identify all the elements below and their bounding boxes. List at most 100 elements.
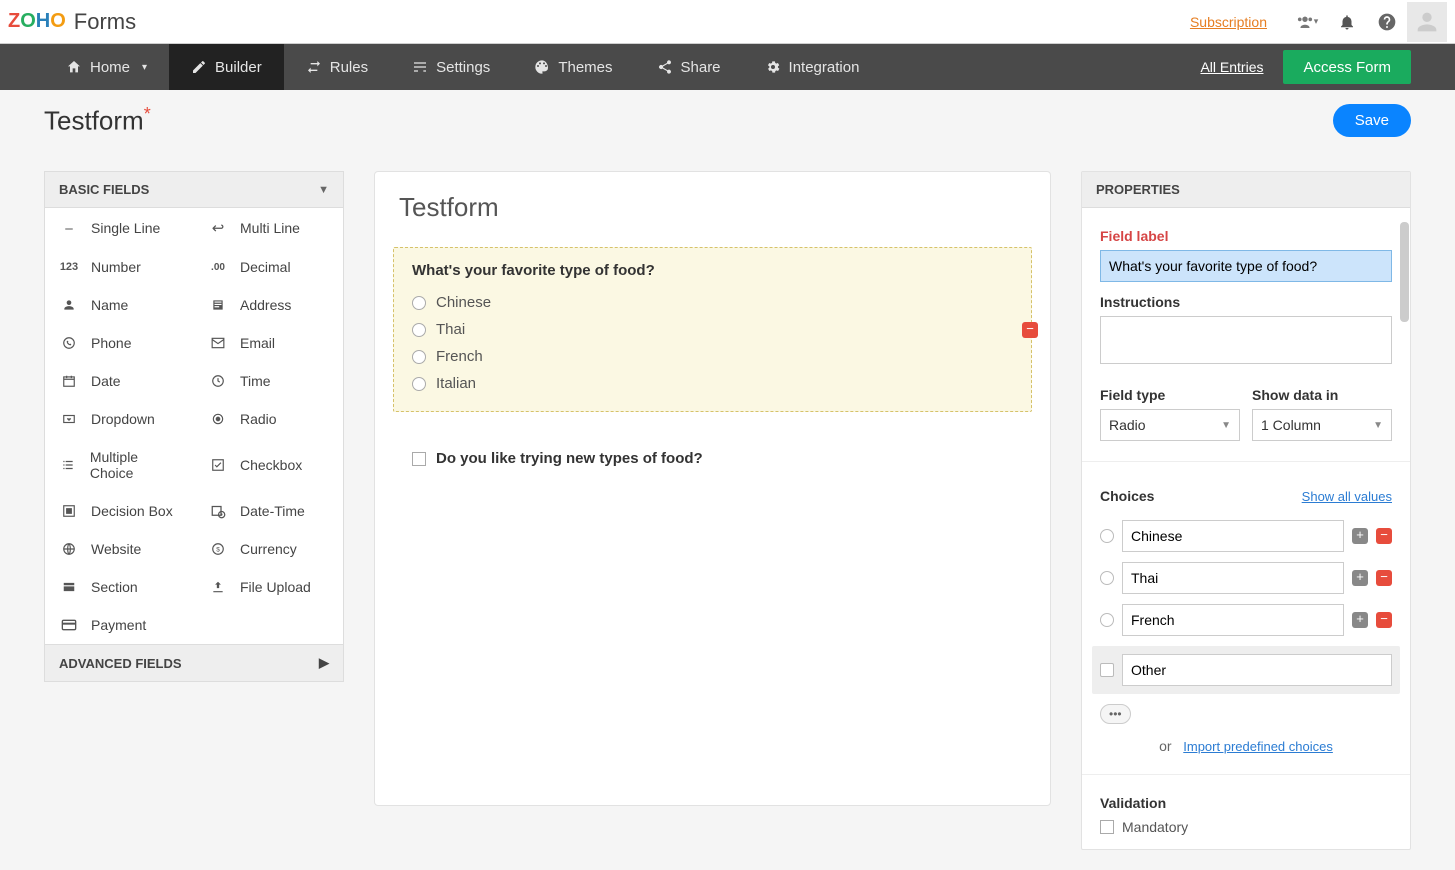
field-radio[interactable]: Radio (194, 400, 343, 438)
field-name[interactable]: Name (45, 286, 194, 324)
file-upload-icon (208, 580, 228, 594)
fields-panel: BASIC FIELDS ▼ ⎯Single Line ↩Multi Line … (44, 171, 344, 682)
option-row[interactable]: Thai (412, 316, 1013, 343)
nav-home[interactable]: Home ▾ (44, 44, 169, 90)
option-row[interactable]: Italian (412, 370, 1013, 397)
field-number[interactable]: 123Number (45, 248, 194, 286)
people-icon[interactable]: ▾ (1287, 2, 1327, 42)
field-multiple-choice[interactable]: Multiple Choice (45, 438, 194, 492)
field-time[interactable]: Time (194, 362, 343, 400)
field-dropdown[interactable]: Dropdown (45, 400, 194, 438)
top-header: ZOHO Forms Subscription ▾ (0, 0, 1455, 44)
field-decision-box[interactable]: Decision Box (45, 492, 194, 530)
remove-choice-button[interactable]: − (1376, 528, 1392, 544)
remove-choice-button[interactable]: − (1376, 612, 1392, 628)
properties-panel: PROPERTIES Field label Instructions Fiel… (1081, 171, 1411, 850)
bell-icon[interactable] (1327, 2, 1367, 42)
field-date[interactable]: Date (45, 362, 194, 400)
field-checkbox[interactable]: Checkbox (194, 438, 343, 492)
field-date-time[interactable]: Date-Time (194, 492, 343, 530)
logo[interactable]: ZOHO Forms (8, 9, 136, 35)
choice-input[interactable] (1122, 604, 1344, 636)
field-file-upload[interactable]: File Upload (194, 568, 343, 606)
add-choice-button[interactable]: + (1352, 612, 1368, 628)
choice-input[interactable] (1122, 520, 1344, 552)
radio-icon (412, 377, 426, 391)
mandatory-label: Mandatory (1122, 819, 1188, 835)
checkbox-icon (412, 452, 426, 466)
date-icon (59, 374, 79, 388)
field-email[interactable]: Email (194, 324, 343, 362)
choice-other-input[interactable] (1122, 654, 1392, 686)
add-choice-button[interactable]: + (1352, 528, 1368, 544)
access-form-button[interactable]: Access Form (1283, 50, 1411, 84)
scrollbar[interactable] (1400, 222, 1409, 322)
import-choices-link[interactable]: Import predefined choices (1183, 739, 1333, 754)
more-choices-button[interactable]: ••• (1100, 704, 1131, 724)
field-single-line[interactable]: ⎯Single Line (45, 208, 194, 248)
nav-themes-label: Themes (558, 59, 612, 76)
field-payment[interactable]: Payment (45, 606, 343, 644)
all-entries-link[interactable]: All Entries (1200, 59, 1263, 75)
option-row[interactable]: Chinese (412, 289, 1013, 316)
nav-builder[interactable]: Builder (169, 44, 284, 90)
navbar: Home ▾ Builder Rules Settings Themes Sha… (0, 44, 1455, 90)
zoho-logo-icon: ZOHO (8, 10, 66, 33)
instructions-input[interactable] (1100, 316, 1392, 364)
radio-icon (412, 350, 426, 364)
avatar[interactable] (1407, 2, 1447, 42)
field-currency[interactable]: $Currency (194, 530, 343, 568)
field-section[interactable]: Section (45, 568, 194, 606)
remove-choice-button[interactable]: − (1376, 570, 1392, 586)
field-type-select[interactable]: Radio▼ (1100, 409, 1240, 441)
add-choice-button[interactable]: + (1352, 570, 1368, 586)
radio-icon[interactable] (1100, 529, 1114, 543)
advanced-fields-header[interactable]: ADVANCED FIELDS ▶ (45, 644, 343, 681)
canvas-title: Testform (393, 192, 1032, 223)
multi-line-icon: ↩ (208, 219, 228, 237)
nav-integration[interactable]: Integration (743, 44, 882, 90)
nav-rules[interactable]: Rules (284, 44, 390, 90)
field-decimal[interactable]: .00Decimal (194, 248, 343, 286)
nav-themes[interactable]: Themes (512, 44, 634, 90)
payment-icon (59, 619, 79, 631)
field-label-input[interactable] (1100, 250, 1392, 282)
basic-fields-header[interactable]: BASIC FIELDS ▼ (45, 172, 343, 208)
field-website[interactable]: Website (45, 530, 194, 568)
field-type-caption: Field type (1100, 387, 1240, 403)
option-row[interactable]: French (412, 343, 1013, 370)
field-multi-line[interactable]: ↩Multi Line (194, 208, 343, 248)
properties-header: PROPERTIES (1082, 172, 1410, 208)
required-asterisk-icon: * (144, 104, 151, 124)
chevron-down-icon: ▼ (1373, 420, 1383, 431)
chevron-right-icon: ▶ (319, 655, 329, 671)
date-time-icon (208, 504, 228, 519)
help-icon[interactable] (1367, 2, 1407, 42)
show-all-values-link[interactable]: Show all values (1302, 489, 1392, 504)
save-button[interactable]: Save (1333, 104, 1411, 137)
chevron-down-icon: ▼ (318, 184, 329, 196)
form-title[interactable]: Testform* (44, 104, 151, 137)
field-block-radio[interactable]: What's your favorite type of food? Chine… (393, 247, 1032, 412)
field-block-checkbox[interactable]: Do you like trying new types of food? (393, 430, 1032, 487)
name-icon (59, 298, 79, 312)
field-phone[interactable]: Phone (45, 324, 194, 362)
delete-field-button[interactable]: − (1022, 322, 1038, 338)
radio-icon[interactable] (1100, 613, 1114, 627)
mandatory-row[interactable]: Mandatory (1100, 819, 1392, 835)
radio-icon[interactable] (1100, 571, 1114, 585)
nav-home-label: Home (90, 59, 130, 76)
show-data-select[interactable]: 1 Column▼ (1252, 409, 1392, 441)
field-label-caption: Field label (1100, 228, 1392, 244)
nav-settings[interactable]: Settings (390, 44, 512, 90)
field-address[interactable]: Address (194, 286, 343, 324)
subscription-link[interactable]: Subscription (1190, 14, 1267, 30)
website-icon (59, 542, 79, 556)
choice-input[interactable] (1122, 562, 1344, 594)
decimal-icon: .00 (208, 262, 228, 273)
nav-share[interactable]: Share (635, 44, 743, 90)
decision-box-icon (59, 504, 79, 518)
question-label: What's your favorite type of food? (412, 262, 1013, 279)
form-canvas: Testform What's your favorite type of fo… (374, 171, 1051, 806)
checkbox-icon[interactable] (1100, 663, 1114, 677)
